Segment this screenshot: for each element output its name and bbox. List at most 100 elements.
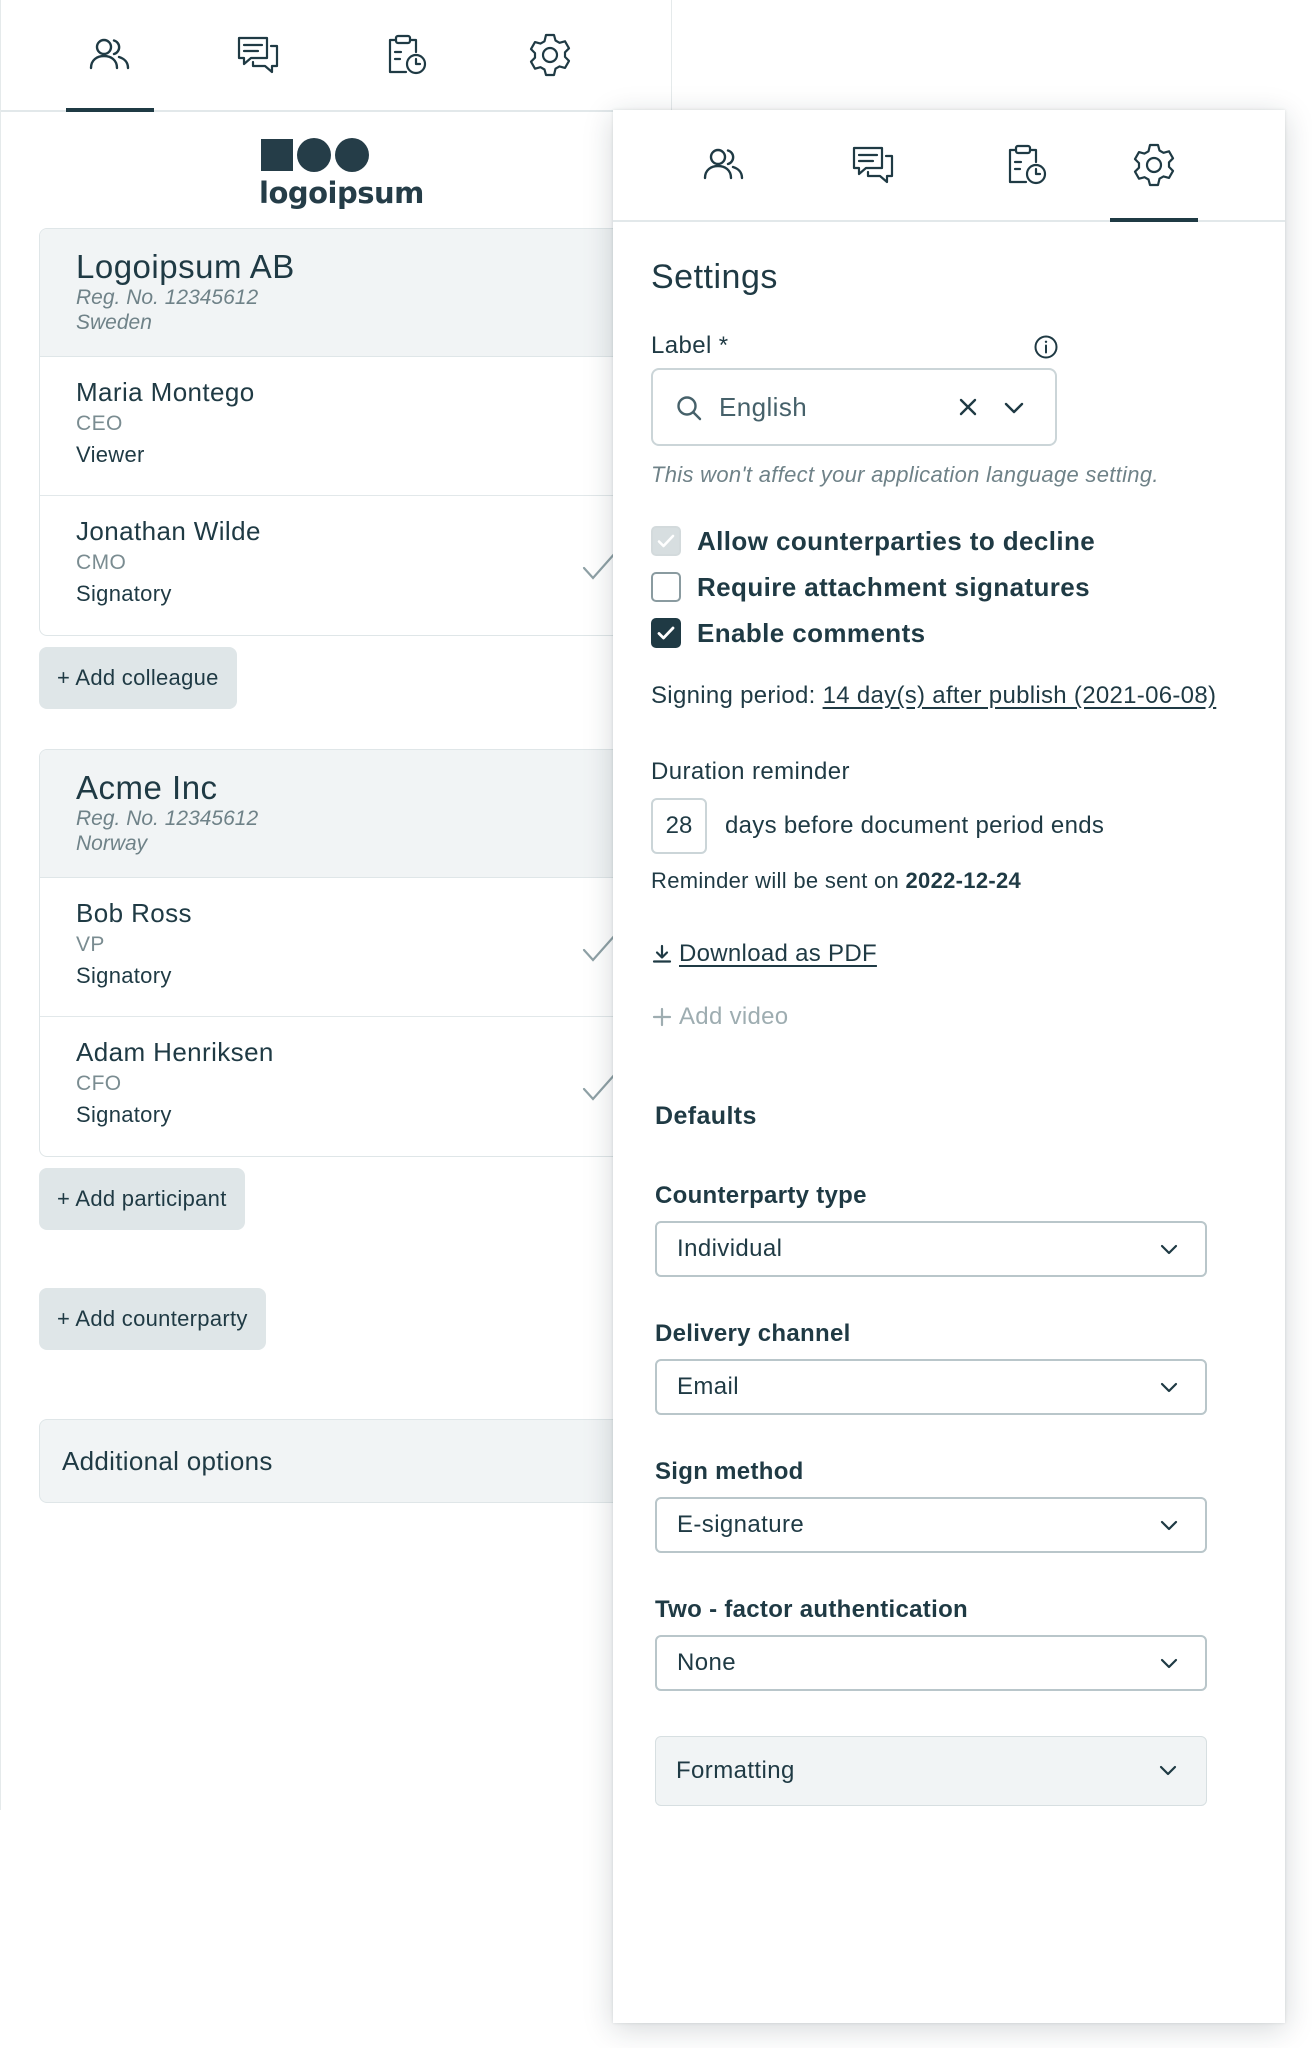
two-factor-select[interactable]: None: [655, 1635, 1207, 1691]
settings-panel: Settings Label * English This won't affe…: [613, 110, 1285, 2023]
add-participant-button[interactable]: + Add participant: [39, 1168, 245, 1230]
chat-icon: [852, 146, 894, 184]
panel-tabbar: [613, 110, 1285, 222]
label-hint: This won't affect your application langu…: [651, 462, 1159, 487]
tab-settings[interactable]: [1110, 110, 1198, 222]
participant-row[interactable]: Adam Henriksen CFO Signatory: [40, 1017, 678, 1156]
participant-name: Bob Ross: [76, 898, 192, 928]
allow-decline-option[interactable]: Allow counterparties to decline: [651, 524, 1095, 558]
company-reg: Reg. No. 12345612: [76, 807, 259, 830]
participant-row[interactable]: Jonathan Wilde CMO Signatory: [40, 496, 678, 635]
delivery-channel-select[interactable]: Email: [655, 1359, 1207, 1415]
reminder-sent-text: Reminder will be sent on 2022-12-24: [651, 868, 1021, 894]
delivery-channel-value: Email: [677, 1373, 740, 1400]
tab-comments[interactable]: [214, 0, 302, 110]
company-reg: Reg. No. 12345612: [76, 286, 259, 309]
sign-method-value: E-signature: [677, 1511, 805, 1538]
clipboard-clock-icon: [1008, 144, 1047, 185]
two-factor-label: Two - factor authentication: [655, 1596, 968, 1623]
users-icon: [703, 148, 744, 180]
signing-period-link[interactable]: 14 day(s) after publish (2021-06-08): [823, 682, 1217, 709]
counterparty-type-select[interactable]: Individual: [655, 1221, 1207, 1277]
gear-icon: [529, 33, 571, 77]
chevron-down-icon: [1159, 1765, 1177, 1776]
sign-method-select[interactable]: E-signature: [655, 1497, 1207, 1553]
participant-row[interactable]: Bob Ross VP Signatory: [40, 878, 678, 1017]
tab-comments[interactable]: [829, 110, 917, 220]
participant-title: CFO: [76, 1072, 122, 1095]
clipboard-clock-icon: [388, 34, 427, 75]
enable-comments-label: Enable comments: [697, 617, 926, 648]
company-name: Acme Inc: [76, 769, 218, 806]
tab-participants[interactable]: [66, 0, 154, 112]
enable-comments-checkbox[interactable]: [651, 618, 681, 648]
participant-name: Adam Henriksen: [76, 1037, 274, 1067]
download-pdf-link[interactable]: Download as PDF: [651, 940, 877, 968]
panel-tabbar: [1, 0, 671, 112]
company-name: Logoipsum AB: [76, 248, 295, 285]
participant-name: Maria Montego: [76, 377, 255, 407]
require-attachment-checkbox[interactable]: [651, 572, 681, 602]
reminder-days-input[interactable]: 28: [651, 798, 707, 854]
formatting-accordion[interactable]: Formatting: [655, 1736, 1207, 1806]
chevron-down-icon: [1160, 1520, 1178, 1531]
tab-settings[interactable]: [506, 0, 594, 110]
search-icon: [677, 396, 702, 421]
close-icon[interactable]: [957, 396, 979, 418]
delivery-channel-label: Delivery channel: [655, 1320, 851, 1347]
participant-role: Viewer: [76, 442, 145, 467]
plus-icon: [652, 1007, 672, 1027]
tab-activity[interactable]: [363, 0, 451, 110]
settings-title: Settings: [651, 258, 778, 296]
participant-role: Signatory: [76, 581, 172, 606]
duration-reminder-label: Duration reminder: [651, 758, 850, 785]
add-video-button[interactable]: Add video: [651, 1003, 788, 1031]
chat-icon: [237, 36, 279, 74]
additional-options-accordion[interactable]: Additional options: [39, 1419, 679, 1503]
add-colleague-button[interactable]: + Add colleague: [39, 647, 237, 709]
signing-period: Signing period: 14 day(s) after publish …: [651, 682, 1216, 710]
chevron-down-icon[interactable]: [1003, 398, 1025, 418]
require-attachment-option[interactable]: Require attachment signatures: [651, 570, 1090, 604]
logo-mark: [261, 138, 369, 172]
info-icon[interactable]: [1033, 334, 1059, 360]
formatting-label: Formatting: [676, 1757, 795, 1784]
defaults-heading: Defaults: [655, 1102, 757, 1130]
company-card: Logoipsum AB Reg. No. 12345612 Sweden Ma…: [39, 228, 679, 636]
two-factor-value: None: [677, 1649, 736, 1676]
allow-decline-checkbox[interactable]: [651, 526, 681, 556]
company-header[interactable]: Acme Inc Reg. No. 12345612 Norway: [40, 750, 678, 878]
users-icon: [89, 38, 130, 70]
additional-options-label: Additional options: [62, 1445, 273, 1476]
signing-period-label: Signing period:: [651, 682, 816, 709]
company-card: Acme Inc Reg. No. 12345612 Norway Bob Ro…: [39, 749, 679, 1157]
gear-icon: [1133, 143, 1175, 187]
add-counterparty-button[interactable]: + Add counterparty: [39, 1288, 266, 1350]
tab-participants[interactable]: [680, 110, 768, 220]
allow-decline-label: Allow counterparties to decline: [697, 525, 1096, 556]
download-pdf-label: Download as PDF: [679, 940, 877, 967]
label-value: English: [719, 392, 808, 422]
participant-title: CEO: [76, 412, 123, 435]
participant-role: Signatory: [76, 1102, 172, 1127]
label-combobox[interactable]: English: [651, 368, 1057, 446]
sign-method-label: Sign method: [655, 1458, 804, 1485]
label-field-label: Label *: [651, 332, 729, 359]
participant-role: Signatory: [76, 963, 172, 988]
tab-activity[interactable]: [983, 110, 1071, 220]
reminder-sent-date: 2022-12-24: [905, 868, 1022, 893]
chevron-down-icon: [1160, 1658, 1178, 1669]
download-icon: [652, 944, 672, 963]
require-attachment-label: Require attachment signatures: [697, 571, 1091, 602]
company-header[interactable]: Logoipsum AB Reg. No. 12345612 Sweden: [40, 229, 678, 357]
participants-panel: logoipsum Logoipsum AB Reg. No. 12345612…: [0, 0, 679, 1810]
company-logo: logoipsum: [259, 136, 424, 216]
reminder-days-suffix: days before document period ends: [725, 812, 1105, 839]
checkmark-icon: [657, 626, 675, 640]
company-country: Sweden: [76, 311, 152, 334]
chevron-down-icon: [1160, 1244, 1178, 1255]
participant-row[interactable]: Maria Montego CEO Viewer: [40, 357, 678, 496]
company-country: Norway: [76, 832, 148, 855]
enable-comments-option[interactable]: Enable comments: [651, 616, 926, 650]
participant-title: CMO: [76, 551, 127, 574]
